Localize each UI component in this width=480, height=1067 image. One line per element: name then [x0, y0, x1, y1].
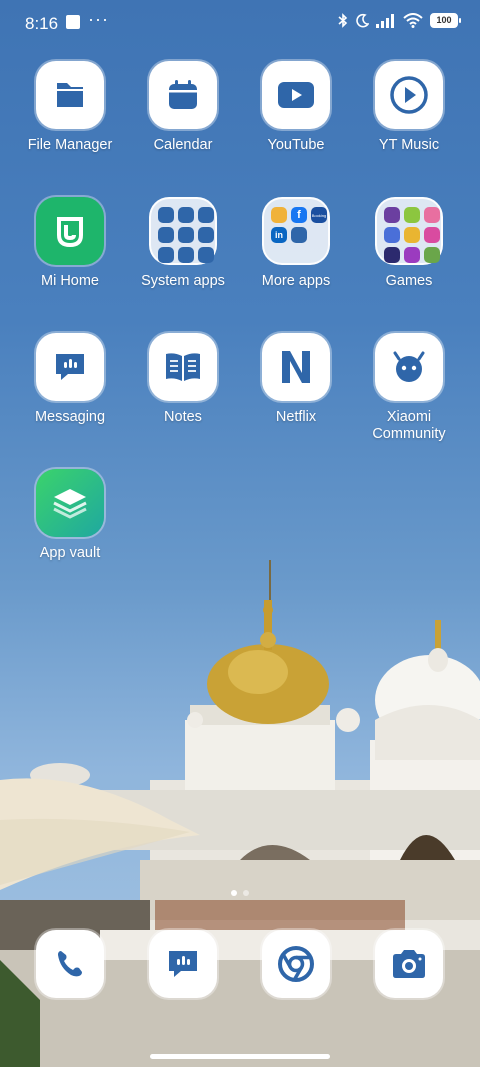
- game-mini-icon: [384, 247, 400, 263]
- status-time: 8:16: [25, 14, 59, 33]
- dock-phone[interactable]: [36, 930, 104, 998]
- app-label: YouTube: [267, 137, 325, 153]
- mini-app-icon: [158, 207, 174, 223]
- phone-icon: [58, 951, 82, 977]
- netflix-app-icon: [262, 333, 330, 401]
- app-label: Xiaomi Community: [372, 409, 446, 442]
- xiaomi-community-app-icon: [375, 333, 443, 401]
- game-mini-icon: [424, 247, 440, 263]
- notes-app-icon: [149, 333, 217, 401]
- mini-app-icon: [271, 207, 287, 223]
- facebook-mini-icon: f: [291, 207, 307, 223]
- youtube-app-icon: [262, 61, 330, 129]
- folder-icon: [57, 83, 83, 107]
- app-label: App vault: [39, 545, 101, 561]
- app-youtube[interactable]: YouTube: [240, 61, 352, 154]
- calendar-app-icon: [149, 61, 217, 129]
- camera-icon: [393, 950, 425, 978]
- app-label: YT Music: [378, 137, 440, 153]
- app-label: Netflix: [275, 409, 317, 425]
- mini-app-icon: [198, 207, 214, 223]
- mini-app-icon: [178, 247, 194, 263]
- app-yt-music[interactable]: YT Music: [353, 61, 465, 154]
- app-label: File Manager: [27, 137, 113, 153]
- app-mi-home[interactable]: Mi Home: [14, 197, 126, 290]
- mini-app-icon: [158, 227, 174, 243]
- message-icon: [169, 951, 197, 977]
- battery-indicator: 100: [430, 13, 461, 28]
- mi-home-icon: [57, 217, 83, 248]
- messaging-app-icon: [36, 333, 104, 401]
- app-xiaomi-community[interactable]: Xiaomi Community: [353, 333, 465, 443]
- calendar-icon: [169, 80, 197, 109]
- game-mini-icon: [404, 227, 420, 243]
- app-label: Messaging: [34, 409, 106, 425]
- wifi-icon: [403, 13, 423, 28]
- bluetooth-icon: [338, 13, 348, 28]
- message-icon: [56, 354, 84, 380]
- app-messaging[interactable]: Messaging: [14, 333, 126, 426]
- app-label: System apps: [141, 273, 225, 289]
- mini-app-icon: [178, 227, 194, 243]
- status-bar: 8:16 ··· 100: [0, 0, 480, 46]
- booking-mini-icon: Booking: [311, 207, 327, 223]
- community-icon: [393, 351, 425, 382]
- dock-messaging[interactable]: [149, 930, 217, 998]
- app-app-vault[interactable]: App vault: [14, 469, 126, 562]
- folder-system-apps[interactable]: System apps: [127, 197, 239, 290]
- layers-icon: [53, 489, 87, 519]
- game-mini-icon: [424, 207, 440, 223]
- page-dot[interactable]: [243, 890, 249, 896]
- games-folder-icon: [375, 197, 443, 265]
- game-mini-icon: [404, 247, 420, 263]
- chrome-icon: [278, 946, 314, 982]
- app-label: Calendar: [153, 137, 213, 153]
- yt-music-app-icon: [375, 61, 443, 129]
- folder-more-apps[interactable]: f Booking in More apps: [240, 197, 352, 290]
- gesture-navigation-bar[interactable]: [150, 1054, 330, 1059]
- app-netflix[interactable]: Netflix: [240, 333, 352, 426]
- folder-games[interactable]: Games: [353, 197, 465, 290]
- page-indicator: [0, 890, 480, 896]
- status-icons: 100: [338, 13, 461, 28]
- netflix-n-icon: [282, 351, 310, 383]
- more-apps-folder-icon: f Booking in: [262, 197, 330, 265]
- game-mini-icon: [424, 227, 440, 243]
- game-mini-icon: [384, 227, 400, 243]
- page-dot-active[interactable]: [231, 890, 237, 896]
- notification-square-icon: [66, 15, 80, 29]
- music-play-icon: [390, 76, 428, 114]
- app-vault-app-icon: [36, 469, 104, 537]
- app-calendar[interactable]: Calendar: [127, 61, 239, 154]
- signal-icon: [376, 13, 394, 28]
- app-label: More apps: [261, 273, 331, 289]
- linkedin-mini-icon: in: [271, 227, 287, 243]
- moon-icon: [356, 13, 369, 28]
- game-mini-icon: [404, 207, 420, 223]
- app-notes[interactable]: Notes: [127, 333, 239, 426]
- file-manager-app-icon: [36, 61, 104, 129]
- mini-app-icon: [291, 227, 307, 243]
- mini-app-icon: [158, 247, 174, 263]
- dock-camera[interactable]: [375, 930, 443, 998]
- app-label: Mi Home: [40, 273, 99, 289]
- system-apps-folder-icon: [149, 197, 217, 265]
- book-icon: [166, 353, 200, 381]
- app-label: Notes: [164, 409, 202, 425]
- more-notifications-icon: ···: [88, 9, 109, 29]
- app-label: Games: [385, 273, 433, 289]
- game-mini-icon: [384, 207, 400, 223]
- mini-app-icon: [178, 207, 194, 223]
- play-icon: [278, 82, 314, 108]
- mi-home-app-icon: [36, 197, 104, 265]
- app-file-manager[interactable]: File Manager: [14, 61, 126, 154]
- dock-chrome[interactable]: [262, 930, 330, 998]
- mini-app-icon: [198, 227, 214, 243]
- mini-app-icon: [198, 247, 214, 263]
